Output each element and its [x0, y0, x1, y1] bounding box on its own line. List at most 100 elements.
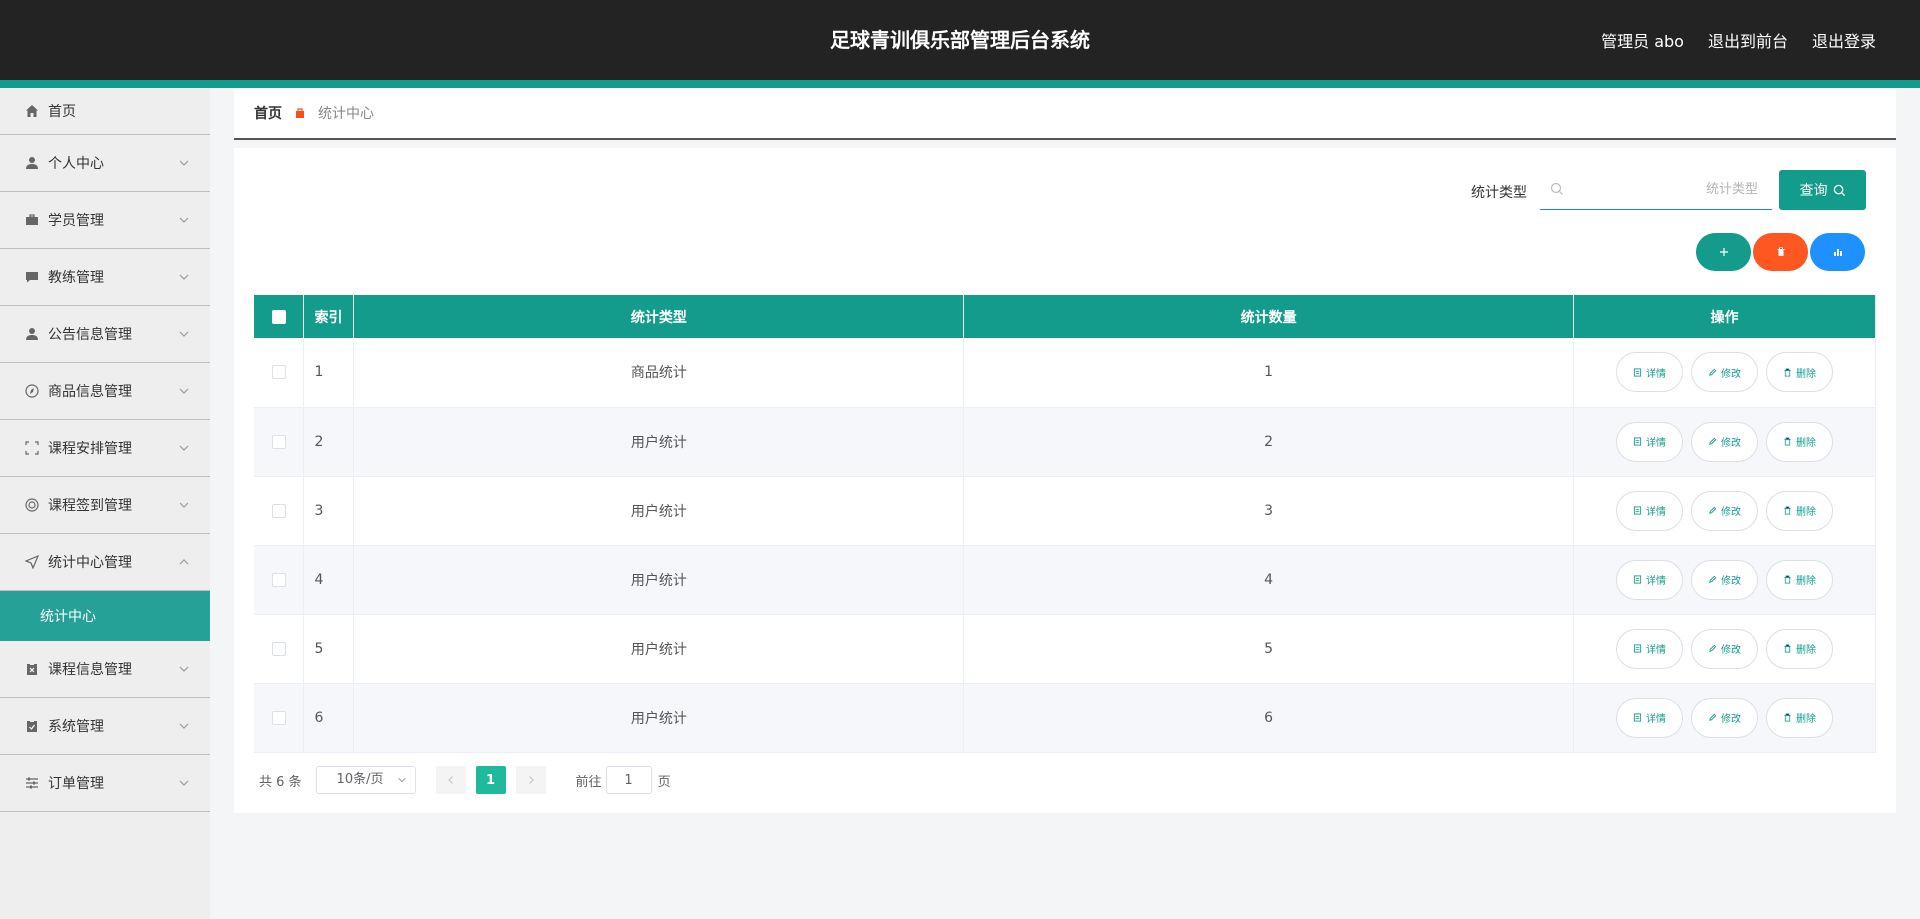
sidebar-item-system-management[interactable]: 系统管理: [0, 698, 210, 755]
sidebar-item-label: 教练管理: [48, 270, 104, 286]
cell-type: 商品统计: [353, 338, 965, 408]
row-checkbox[interactable]: [271, 503, 286, 518]
table-row: 5 用户统计 5 详情 修改 删除: [254, 614, 1876, 684]
delete-button[interactable]: 删除: [1766, 628, 1833, 669]
statistics-table: 索引 统计类型 统计数量 操作 1 商品统计 1 详情 修改 删除 2 用户统计 2 详情 修改 删除…: [254, 295, 1876, 753]
detail-button[interactable]: 详情: [1616, 559, 1683, 600]
delete-button[interactable]: 删除: [1766, 697, 1833, 738]
sidebar-item-personal-center[interactable]: 个人中心: [0, 135, 210, 192]
chart-button[interactable]: [1810, 233, 1865, 271]
batch-delete-button[interactable]: [1753, 233, 1808, 271]
page-unit-label: 页: [657, 774, 671, 790]
breadcrumb-current: 统计中心: [318, 106, 374, 122]
chevron-down-icon: [179, 217, 189, 223]
detail-button[interactable]: 详情: [1616, 697, 1683, 738]
cell-ops: 详情 修改 删除: [1573, 545, 1876, 615]
table-row: 3 用户统计 3 详情 修改 删除: [254, 476, 1876, 546]
edit-button[interactable]: 修改: [1691, 559, 1758, 600]
cell-ops: 详情 修改 删除: [1573, 683, 1876, 753]
chevron-down-icon: [397, 777, 406, 783]
cell-type: 用户统计: [353, 614, 965, 684]
edit-button[interactable]: 修改: [1691, 697, 1758, 738]
sidebar-item-student-management[interactable]: 学员管理: [0, 192, 210, 249]
cell-ops: 详情 修改 删除: [1573, 476, 1876, 546]
sidebar-item-statistics-management[interactable]: 统计中心管理: [0, 534, 210, 591]
row-select-cell: [254, 614, 305, 684]
row-checkbox[interactable]: [271, 365, 286, 380]
next-page-button[interactable]: [515, 766, 546, 794]
chat-icon: [24, 269, 40, 285]
trash-icon: [1784, 713, 1791, 722]
detail-label: 详情: [1646, 645, 1666, 656]
edit-icon: [1709, 437, 1717, 445]
sidebar-item-product-management[interactable]: 商品信息管理: [0, 363, 210, 420]
cell-index: 6: [303, 683, 355, 753]
detail-button[interactable]: 详情: [1616, 490, 1683, 531]
edit-label: 修改: [1721, 507, 1741, 518]
document-icon: [1633, 368, 1642, 377]
delete-button[interactable]: 删除: [1766, 352, 1833, 393]
cell-ops: 详情 修改 删除: [1573, 614, 1876, 684]
trash-icon: [1784, 437, 1791, 446]
edit-icon: [1709, 644, 1717, 652]
sidebar-item-order-management[interactable]: 订单管理: [0, 755, 210, 812]
sidebar-item-home[interactable]: 首页: [0, 88, 210, 135]
row-checkbox[interactable]: [271, 641, 286, 656]
select-all-cell: [254, 295, 305, 338]
add-button[interactable]: [1696, 233, 1751, 271]
logout-link[interactable]: 退出登录: [1812, 28, 1876, 52]
sidebar-item-course-signin-management[interactable]: 课程签到管理: [0, 477, 210, 534]
document-icon: [1633, 437, 1642, 446]
table-header-row: 索引 统计类型 统计数量 操作: [254, 295, 1876, 338]
row-checkbox[interactable]: [271, 434, 286, 449]
select-all-checkbox[interactable]: [271, 309, 286, 324]
page-size-select[interactable]: 10条/页: [315, 766, 416, 794]
sidebar-subitem-statistics-center[interactable]: 统计中心: [0, 591, 210, 641]
trash-icon: [1777, 247, 1784, 256]
delete-label: 删除: [1796, 507, 1816, 518]
bar-chart-icon: [1833, 249, 1842, 256]
breadcrumb: 首页 统计中心: [234, 88, 1896, 140]
detail-label: 详情: [1646, 507, 1666, 518]
edit-button[interactable]: 修改: [1691, 421, 1758, 462]
detail-button[interactable]: 详情: [1616, 628, 1683, 669]
delete-label: 删除: [1796, 714, 1816, 725]
column-header-ops: 操作: [1573, 295, 1876, 338]
goto-page-input[interactable]: [605, 766, 652, 794]
sidebar-item-coach-management[interactable]: 教练管理: [0, 249, 210, 306]
table-row: 1 商品统计 1 详情 修改 删除: [254, 338, 1876, 408]
delete-button[interactable]: 删除: [1766, 421, 1833, 462]
query-button[interactable]: 查询: [1779, 170, 1866, 210]
edit-button[interactable]: 修改: [1691, 352, 1758, 393]
cell-count: 5: [963, 614, 1574, 684]
row-checkbox[interactable]: [271, 710, 286, 725]
delete-button[interactable]: 删除: [1766, 490, 1833, 531]
search-input[interactable]: [1574, 170, 1764, 208]
header-accent-stripe: [0, 80, 1920, 88]
breadcrumb-home[interactable]: 首页: [254, 103, 282, 123]
detail-button[interactable]: 详情: [1616, 352, 1683, 393]
prev-page-button[interactable]: [435, 766, 466, 794]
sidebar-item-course-schedule-management[interactable]: 课程安排管理: [0, 420, 210, 477]
exit-to-front-link[interactable]: 退出到前台: [1708, 28, 1788, 52]
cell-ops: 详情 修改 删除: [1573, 407, 1876, 477]
detail-button[interactable]: 详情: [1616, 421, 1683, 462]
row-checkbox[interactable]: [271, 572, 286, 587]
delete-button[interactable]: 删除: [1766, 559, 1833, 600]
current-user: 管理员 abo: [1601, 32, 1684, 51]
edit-button[interactable]: 修改: [1691, 628, 1758, 669]
chevron-left-icon: [447, 776, 453, 784]
document-icon: [1633, 644, 1642, 653]
column-header-count: 统计数量: [963, 295, 1574, 338]
trash-icon: [1784, 644, 1791, 653]
column-header-index: 索引: [303, 295, 355, 338]
cell-ops: 详情 修改 删除: [1573, 338, 1876, 408]
sidebar-item-announcement-management[interactable]: 公告信息管理: [0, 306, 210, 363]
sidebar-item-course-info-management[interactable]: 课程信息管理: [0, 641, 210, 698]
page-number-current[interactable]: 1: [475, 766, 506, 794]
sidebar-item-label: 课程安排管理: [48, 441, 132, 457]
table-row: 4 用户统计 4 详情 修改 删除: [254, 545, 1876, 615]
edit-button[interactable]: 修改: [1691, 490, 1758, 531]
delete-label: 删除: [1796, 576, 1816, 587]
sidebar: 首页 个人中心 学员管理 教练管理 公告信息管理 商品信息管理 课程安排管理 课…: [0, 88, 210, 919]
